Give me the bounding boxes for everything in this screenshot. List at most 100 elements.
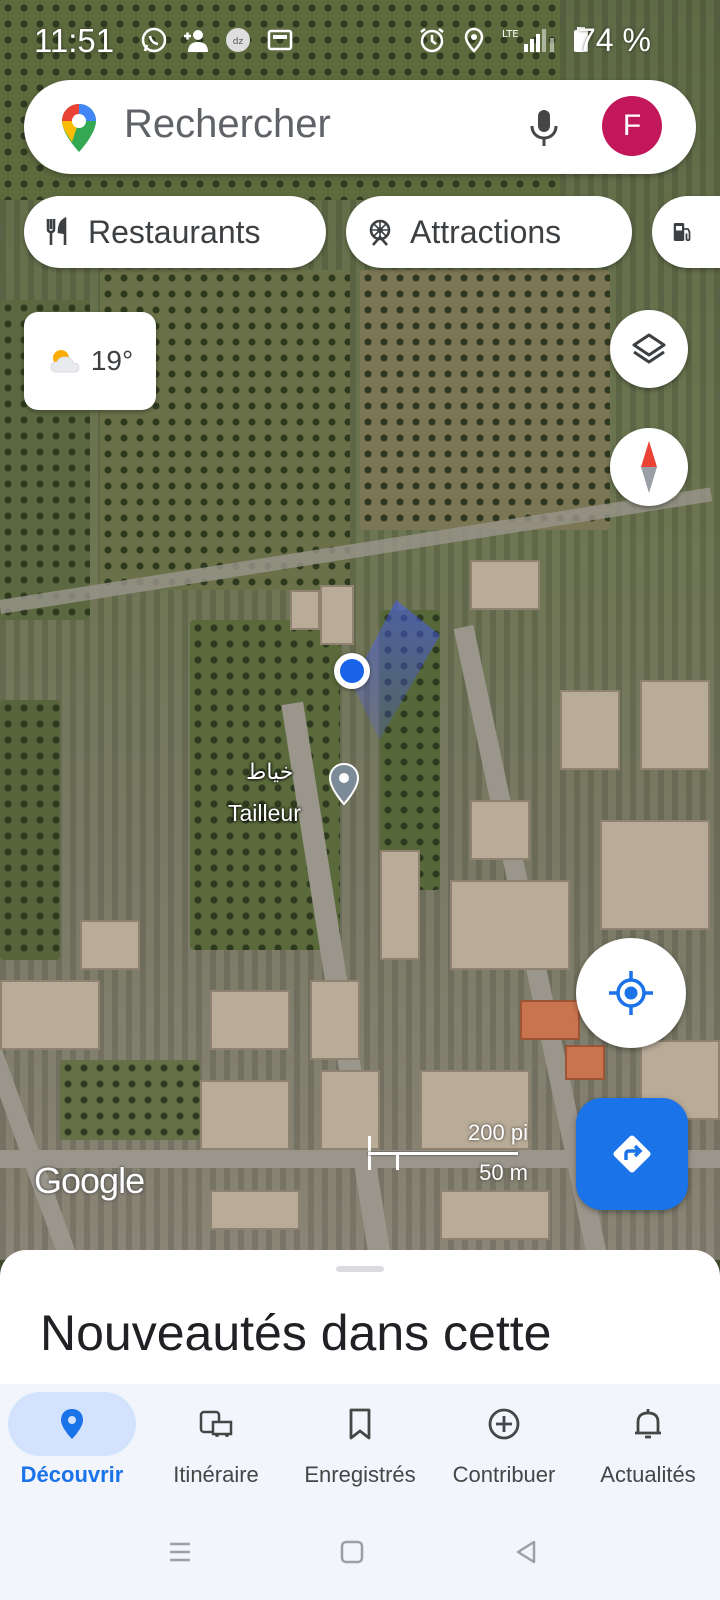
layers-icon: [632, 333, 666, 364]
building: [600, 820, 710, 930]
recent-apps-button[interactable]: [160, 1532, 200, 1572]
chip-gas-stations[interactable]: [652, 196, 720, 268]
nav-enregistres[interactable]: Enregistrés: [288, 1392, 432, 1502]
building: [470, 560, 540, 610]
nav-actualites[interactable]: Actualités: [576, 1392, 720, 1502]
microphone-icon[interactable]: [524, 106, 564, 148]
google-maps-logo-icon: [62, 104, 96, 152]
status-time: 11:51: [34, 22, 115, 59]
back-button[interactable]: [506, 1532, 546, 1572]
compass-icon: [641, 441, 657, 493]
chip-restaurants[interactable]: Restaurants: [24, 196, 326, 268]
my-location-dot[interactable]: [334, 653, 370, 689]
layers-button[interactable]: [610, 310, 688, 388]
building: [520, 1000, 580, 1040]
nav-decouvrir[interactable]: Découvrir: [0, 1392, 144, 1502]
nav-label: Actualités: [600, 1462, 696, 1487]
explore-bottom-sheet[interactable]: Nouveautés dans cette: [0, 1250, 720, 1390]
compass-button[interactable]: [610, 428, 688, 506]
account-avatar[interactable]: F: [602, 96, 662, 156]
orchard-field: [60, 1060, 200, 1140]
battery-percentage: 74 %: [578, 22, 651, 58]
sheet-title: Nouveautés dans cette: [40, 1305, 552, 1361]
news-icon: [267, 29, 293, 51]
person-add-icon: [184, 30, 208, 52]
chip-attractions[interactable]: Attractions: [346, 196, 632, 268]
sheet-drag-handle[interactable]: [336, 1266, 384, 1272]
search-input[interactable]: Rechercher: [124, 102, 331, 147]
nav-active-indicator: [8, 1392, 136, 1456]
nav-icon-wrap: [152, 1392, 280, 1456]
satellite-map[interactable]: خياط Tailleur Google 200 pi 50 m: [0, 0, 720, 1260]
alarm-icon: [420, 28, 444, 53]
home-button[interactable]: [332, 1532, 372, 1572]
scale-line: [368, 1152, 518, 1155]
building: [560, 690, 620, 770]
attraction-icon: [369, 219, 391, 246]
poi-pin-icon[interactable]: [328, 762, 360, 806]
building: [470, 800, 530, 860]
home-icon: [340, 1540, 364, 1564]
building: [380, 850, 420, 960]
nav-label: Découvrir: [20, 1462, 124, 1487]
partly-cloudy-icon: [50, 350, 80, 373]
nav-label: Enregistrés: [304, 1462, 416, 1487]
building: [440, 1190, 550, 1240]
bell-icon: [635, 1409, 661, 1439]
building: [210, 990, 290, 1050]
bottom-navigation: Découvrir Itinéraire Enregistrés Contrib…: [0, 1384, 720, 1502]
google-attribution: Google: [34, 1160, 145, 1201]
svg-text:dz: dz: [233, 37, 244, 47]
poi-label[interactable]: Tailleur: [228, 800, 301, 827]
category-chips: Restaurants Attractions: [24, 196, 720, 270]
recents-icon: [170, 1542, 190, 1562]
building: [565, 1045, 605, 1080]
nav-itineraire[interactable]: Itinéraire: [144, 1392, 288, 1502]
back-icon: [516, 1540, 536, 1564]
chip-label: Restaurants: [88, 213, 261, 250]
building: [80, 920, 140, 970]
building: [450, 880, 570, 970]
my-location-button[interactable]: [576, 938, 686, 1048]
location-icon: [464, 27, 484, 53]
scale-tick: [396, 1154, 399, 1170]
building: [290, 590, 320, 630]
building: [0, 980, 100, 1050]
search-bar[interactable]: Rechercher F: [24, 80, 696, 174]
building: [310, 980, 360, 1060]
building: [640, 680, 710, 770]
nav-icon-wrap: [584, 1392, 712, 1456]
orchard-field: [0, 700, 60, 960]
chip-label: Attractions: [410, 213, 562, 250]
scale-metric: 50 m: [479, 1160, 528, 1185]
status-bar: 11:51 dz LTE 74 %: [0, 0, 720, 80]
directions-icon: [613, 1135, 651, 1173]
gas-station-icon: [673, 223, 691, 242]
weather-widget[interactable]: 19°: [24, 312, 156, 410]
my-location-icon: [609, 971, 653, 1015]
directions-button[interactable]: [576, 1098, 688, 1210]
signal-icon: LTE: [502, 29, 554, 52]
building: [200, 1080, 290, 1150]
explore-pin-icon: [61, 1409, 83, 1439]
poi-label-arabic[interactable]: خياط: [246, 760, 293, 785]
notification-icons: dz: [140, 26, 294, 54]
nav-contribuer[interactable]: Contribuer: [432, 1392, 576, 1502]
bookmark-icon: [349, 1408, 371, 1440]
commute-icon: [199, 1410, 233, 1437]
map-scale: 200 pi 50 m: [368, 1120, 528, 1185]
weather-temperature: 19°: [90, 345, 134, 376]
building: [320, 585, 354, 645]
chat-icon: dz: [226, 28, 250, 52]
orchard-field: [360, 270, 610, 530]
nav-icon-wrap: [296, 1392, 424, 1456]
scale-imperial: 200 pi: [468, 1120, 528, 1145]
whatsapp-icon: [141, 27, 167, 53]
building: [210, 1190, 300, 1230]
add-circle-icon: [488, 1408, 520, 1440]
system-status-icons: LTE: [418, 26, 590, 54]
restaurant-icon: [46, 216, 67, 245]
system-navigation-bar: [0, 1502, 720, 1600]
network-label: LTE: [502, 29, 519, 40]
nav-icon-wrap: [440, 1392, 568, 1456]
